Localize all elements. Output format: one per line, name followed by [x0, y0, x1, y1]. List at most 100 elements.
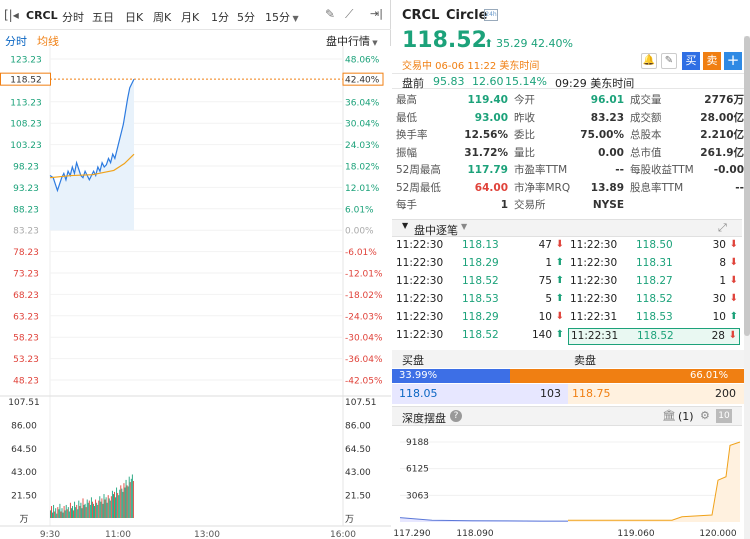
pct-tick: -30.04%: [345, 334, 383, 344]
down-arrow-icon: ⬇: [729, 239, 738, 250]
volume-bar: [131, 474, 133, 518]
ticks-title[interactable]: 盘中逐笔: [414, 222, 458, 238]
stat-value: 2.210亿: [700, 129, 744, 141]
tab-daily[interactable]: 日K: [125, 9, 143, 25]
volume-tick-right: 21.50: [345, 492, 371, 502]
down-arrow-icon: ⬇: [555, 239, 564, 250]
volume-bar: [90, 497, 92, 518]
tick-row: 11:22:31 118.53 10 ⬆: [568, 310, 740, 327]
stat-value: 96.01: [590, 94, 624, 106]
volume-bar: [105, 497, 107, 518]
volume-bar: [69, 502, 71, 518]
time-label: 11:00: [105, 530, 131, 539]
tick-price: 118.52: [462, 275, 499, 287]
depth-level-badge[interactable]: 10: [716, 409, 732, 423]
stat-value: 119.40: [467, 94, 508, 106]
settings-gear-icon[interactable]: ⚙: [700, 409, 710, 422]
stat-value: 2776万: [704, 94, 744, 106]
time-label: 13:00: [194, 530, 220, 539]
volume-bar: [100, 501, 102, 518]
tick-time: 11:22:30: [396, 293, 444, 305]
tab-5day[interactable]: 五日: [92, 9, 114, 25]
stat-value: 12.56%: [464, 129, 508, 141]
volume-tick: 21.50: [11, 492, 37, 502]
tick-volume: 47: [538, 239, 552, 251]
stat-label: 市盈率TTM: [514, 164, 568, 176]
draw-line-icon[interactable]: ⟋: [345, 7, 353, 22]
tick-price: 118.50: [636, 239, 673, 251]
ticks-dropdown-icon[interactable]: ▼: [461, 222, 467, 231]
pct-tick: 24.03%: [345, 141, 380, 151]
stat-row: 每手 1 交易所 NYSE: [392, 197, 744, 213]
tab-monthly[interactable]: 月K: [181, 9, 199, 25]
stats-grid: 最高 119.40 今开 96.01 成交量 2776万 最低 93.00 昨收 83.23 成交额…: [392, 92, 744, 216]
volume-bar: [92, 501, 93, 518]
bid-size: 103: [540, 387, 561, 400]
tab-5min[interactable]: 5分: [237, 9, 255, 25]
add-watchlist-button[interactable]: +: [724, 52, 742, 70]
volume-tick-right: 86.00: [345, 421, 371, 431]
price-tick: 123.23: [10, 56, 42, 66]
tick-row: 11:22:31 118.52 28 ⬇: [568, 328, 740, 345]
volume-bar: [84, 503, 86, 518]
tab-weekly[interactable]: 周K: [153, 9, 171, 25]
volume-bar: [114, 491, 115, 518]
price-tick: 73.23: [13, 270, 39, 280]
volume-bar: [55, 508, 57, 518]
volume-bar: [124, 487, 126, 518]
volume-bar: [74, 501, 76, 518]
volume-bar: [109, 500, 111, 518]
volume-bar: [118, 495, 120, 518]
pct-tick: -36.04%: [345, 355, 383, 365]
stat-value: 28.00亿: [700, 111, 744, 124]
help-icon[interactable]: ?: [450, 410, 462, 422]
tab-1min[interactable]: 1分: [211, 9, 229, 25]
tick-row: 11:22:30 118.52 30 ⬇: [568, 292, 740, 309]
intraday-chart[interactable]: 123.23 48.06% 118.52 42.40% 113.23 36.04% 108.…: [0, 46, 391, 539]
expand-ticks-icon[interactable]: ⤢: [718, 221, 727, 235]
depth-y-tick: 9188: [406, 438, 429, 448]
volume-bar: [57, 507, 59, 518]
volume-bar: [110, 496, 112, 518]
info-badge-icon[interactable]: 24h: [484, 9, 498, 21]
bank-icon[interactable]: 🏛: [662, 409, 676, 422]
expand-icon[interactable]: ⇥|: [370, 7, 383, 20]
price-change-pct: 42.40%: [531, 37, 573, 50]
pct-tick: 30.04%: [345, 120, 380, 130]
depth-x-tick: 117.290: [393, 529, 430, 539]
tab-intraday[interactable]: 分时: [62, 9, 84, 25]
depth-header: 深度摆盘 ? 🏛 (1) ⚙ 10: [392, 406, 742, 426]
volume-bar: [82, 498, 84, 518]
stat-value: NYSE: [592, 199, 624, 211]
bell-icon[interactable]: 🔔: [641, 53, 657, 69]
note-icon[interactable]: ✎: [661, 53, 677, 69]
buy-button[interactable]: 买: [682, 52, 700, 70]
quote-ticker: CRCL: [402, 8, 440, 23]
pct-tick: -18.02%: [345, 291, 383, 301]
sell-button[interactable]: 卖: [703, 52, 721, 70]
premarket-pct: 15.14%: [505, 75, 547, 88]
tab-15min[interactable]: 15分 ▼: [265, 9, 299, 25]
volume-bar: [79, 506, 81, 518]
tick-time: 11:22:30: [570, 239, 618, 251]
volume-bar: [104, 499, 106, 518]
chevron-down-icon[interactable]: ▼: [402, 221, 408, 230]
volume-bar: [125, 479, 127, 518]
premarket-change: 12.60: [472, 75, 504, 88]
collapse-icon[interactable]: [|◂: [4, 8, 19, 22]
scrollbar-thumb[interactable]: [744, 36, 750, 336]
volume-bar: [53, 504, 55, 518]
tick-volume: 30: [712, 239, 726, 251]
price-tick: 53.23: [13, 355, 39, 365]
volume-tick: 86.00: [11, 421, 37, 431]
volume-bar: [76, 504, 78, 518]
volume-bar: [86, 499, 88, 518]
price-tick: 83.23: [13, 227, 39, 237]
stat-label: 股息率TTM: [630, 181, 684, 194]
tick-time: 11:22:30: [396, 257, 444, 269]
volume-bar: [54, 511, 56, 518]
volume-bar: [126, 485, 128, 518]
scrollbar[interactable]: [744, 36, 750, 539]
draw-pen-icon[interactable]: ✎: [325, 7, 335, 21]
volume-bar: [127, 486, 129, 518]
